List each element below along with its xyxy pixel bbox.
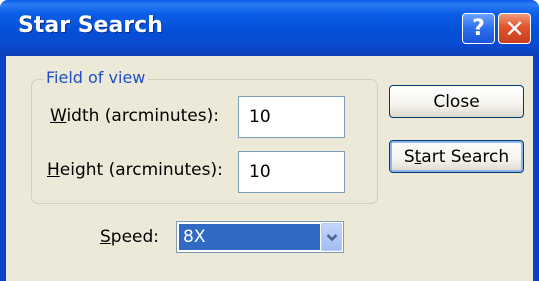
speed-select[interactable]: 8X	[176, 221, 344, 253]
star-search-dialog: Star Search ? ✕ Field of view Width (arc…	[0, 0, 539, 281]
window-close-button[interactable]: ✕	[498, 13, 531, 44]
chevron-down-icon	[326, 233, 337, 241]
dropdown-button[interactable]	[321, 223, 342, 251]
close-icon: ✕	[504, 14, 525, 43]
start-search-button[interactable]: St art Search	[389, 140, 524, 173]
title-bar[interactable]: Star Search ? ✕	[0, 0, 539, 56]
height-label: Height (arcminutes):	[47, 160, 223, 180]
field-of-view-label: Field of view	[43, 68, 149, 87]
window-title: Star Search	[18, 13, 163, 38]
width-input[interactable]: 10	[238, 96, 345, 138]
speed-selected-value: 8X	[179, 224, 320, 250]
dialog-body: Field of view Width (arcminutes): 10 Hei…	[6, 56, 533, 281]
close-button[interactable]: Close	[389, 85, 524, 118]
height-input[interactable]: 10	[238, 151, 345, 193]
help-icon: ?	[472, 16, 485, 41]
help-button[interactable]: ?	[462, 13, 495, 44]
speed-label: Speed:	[100, 227, 160, 247]
width-label: Width (arcminutes):	[50, 106, 219, 126]
